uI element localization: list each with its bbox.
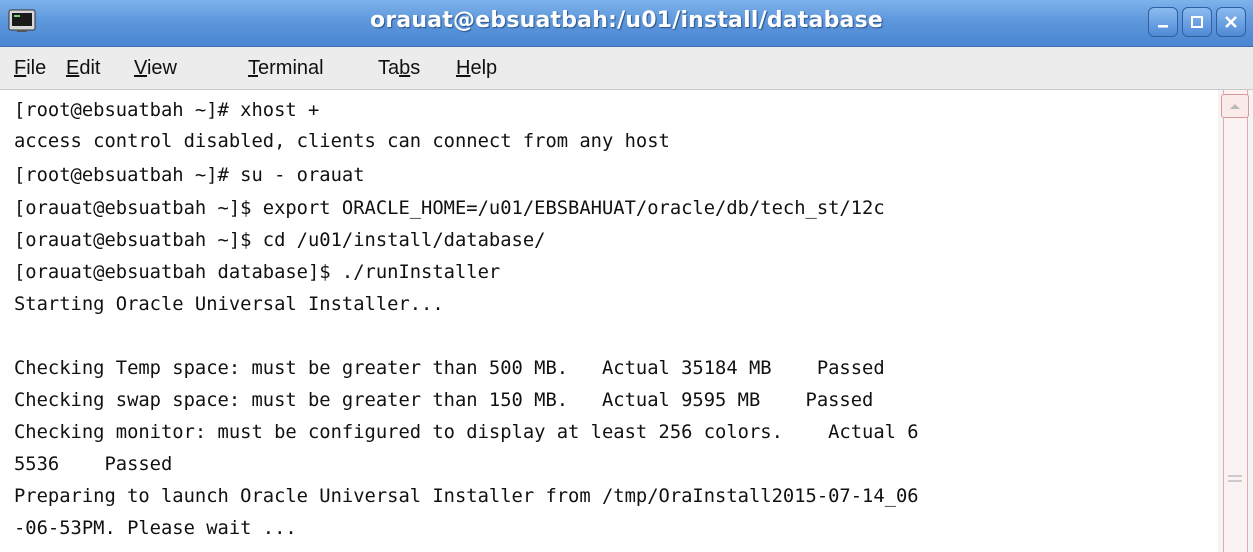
terminal-line: 5536 Passed	[14, 454, 173, 475]
menu-help[interactable]: Help	[456, 57, 497, 80]
menu-tabs[interactable]: Tabs	[378, 57, 420, 80]
close-icon	[1225, 16, 1237, 28]
terminal-line: [orauat@ebsuatbah database]$ ./runInstal…	[14, 262, 501, 283]
menu-edit[interactable]: Edit	[66, 57, 100, 80]
terminal-line: Preparing to launch Oracle Universal Ins…	[14, 486, 919, 507]
terminal-line: [root@ebsuatbah ~]# su - orauat	[14, 165, 365, 186]
menu-view[interactable]: View	[134, 57, 177, 80]
menu-file[interactable]: File	[14, 57, 46, 80]
terminal-line: [root@ebsuatbah ~]# xhost +	[14, 100, 320, 121]
minimize-button[interactable]	[1148, 7, 1178, 37]
menu-terminal[interactable]: Terminal	[248, 57, 324, 80]
terminal-line: Checking Temp space: must be greater tha…	[14, 358, 885, 379]
title-bar[interactable]: orauat@ebsuatbah:/u01/install/database	[0, 0, 1253, 47]
terminal-line: [orauat@ebsuatbah ~]$ export ORACLE_HOME…	[14, 198, 885, 219]
maximize-button[interactable]	[1182, 7, 1212, 37]
terminal-line: [orauat@ebsuatbah ~]$ cd /u01/install/da…	[14, 230, 546, 251]
terminal-line: Checking monitor: must be configured to …	[14, 422, 919, 443]
scrollbar-grip-icon[interactable]	[1225, 474, 1245, 484]
window-title: orauat@ebsuatbah:/u01/install/database	[370, 8, 883, 33]
terminal-output[interactable]: [root@ebsuatbah ~]# xhost + access contr…	[0, 90, 1218, 552]
terminal-window: orauat@ebsuatbah:/u01/install/database F…	[0, 0, 1253, 552]
vertical-scrollbar[interactable]	[1218, 90, 1253, 552]
terminal-line: -06-53PM. Please wait ...	[14, 518, 297, 539]
terminal-line: Checking swap space: must be greater tha…	[14, 390, 874, 411]
maximize-icon	[1191, 16, 1203, 28]
scroll-up-button[interactable]	[1221, 94, 1249, 118]
arrow-up-icon	[1230, 104, 1240, 109]
minimize-icon	[1158, 25, 1168, 28]
terminal-line: Starting Oracle Universal Installer...	[14, 294, 444, 315]
menu-bar: File Edit View Terminal Tabs Help	[0, 47, 1253, 90]
terminal-line: access control disabled, clients can con…	[14, 131, 670, 152]
close-button[interactable]	[1216, 7, 1246, 37]
